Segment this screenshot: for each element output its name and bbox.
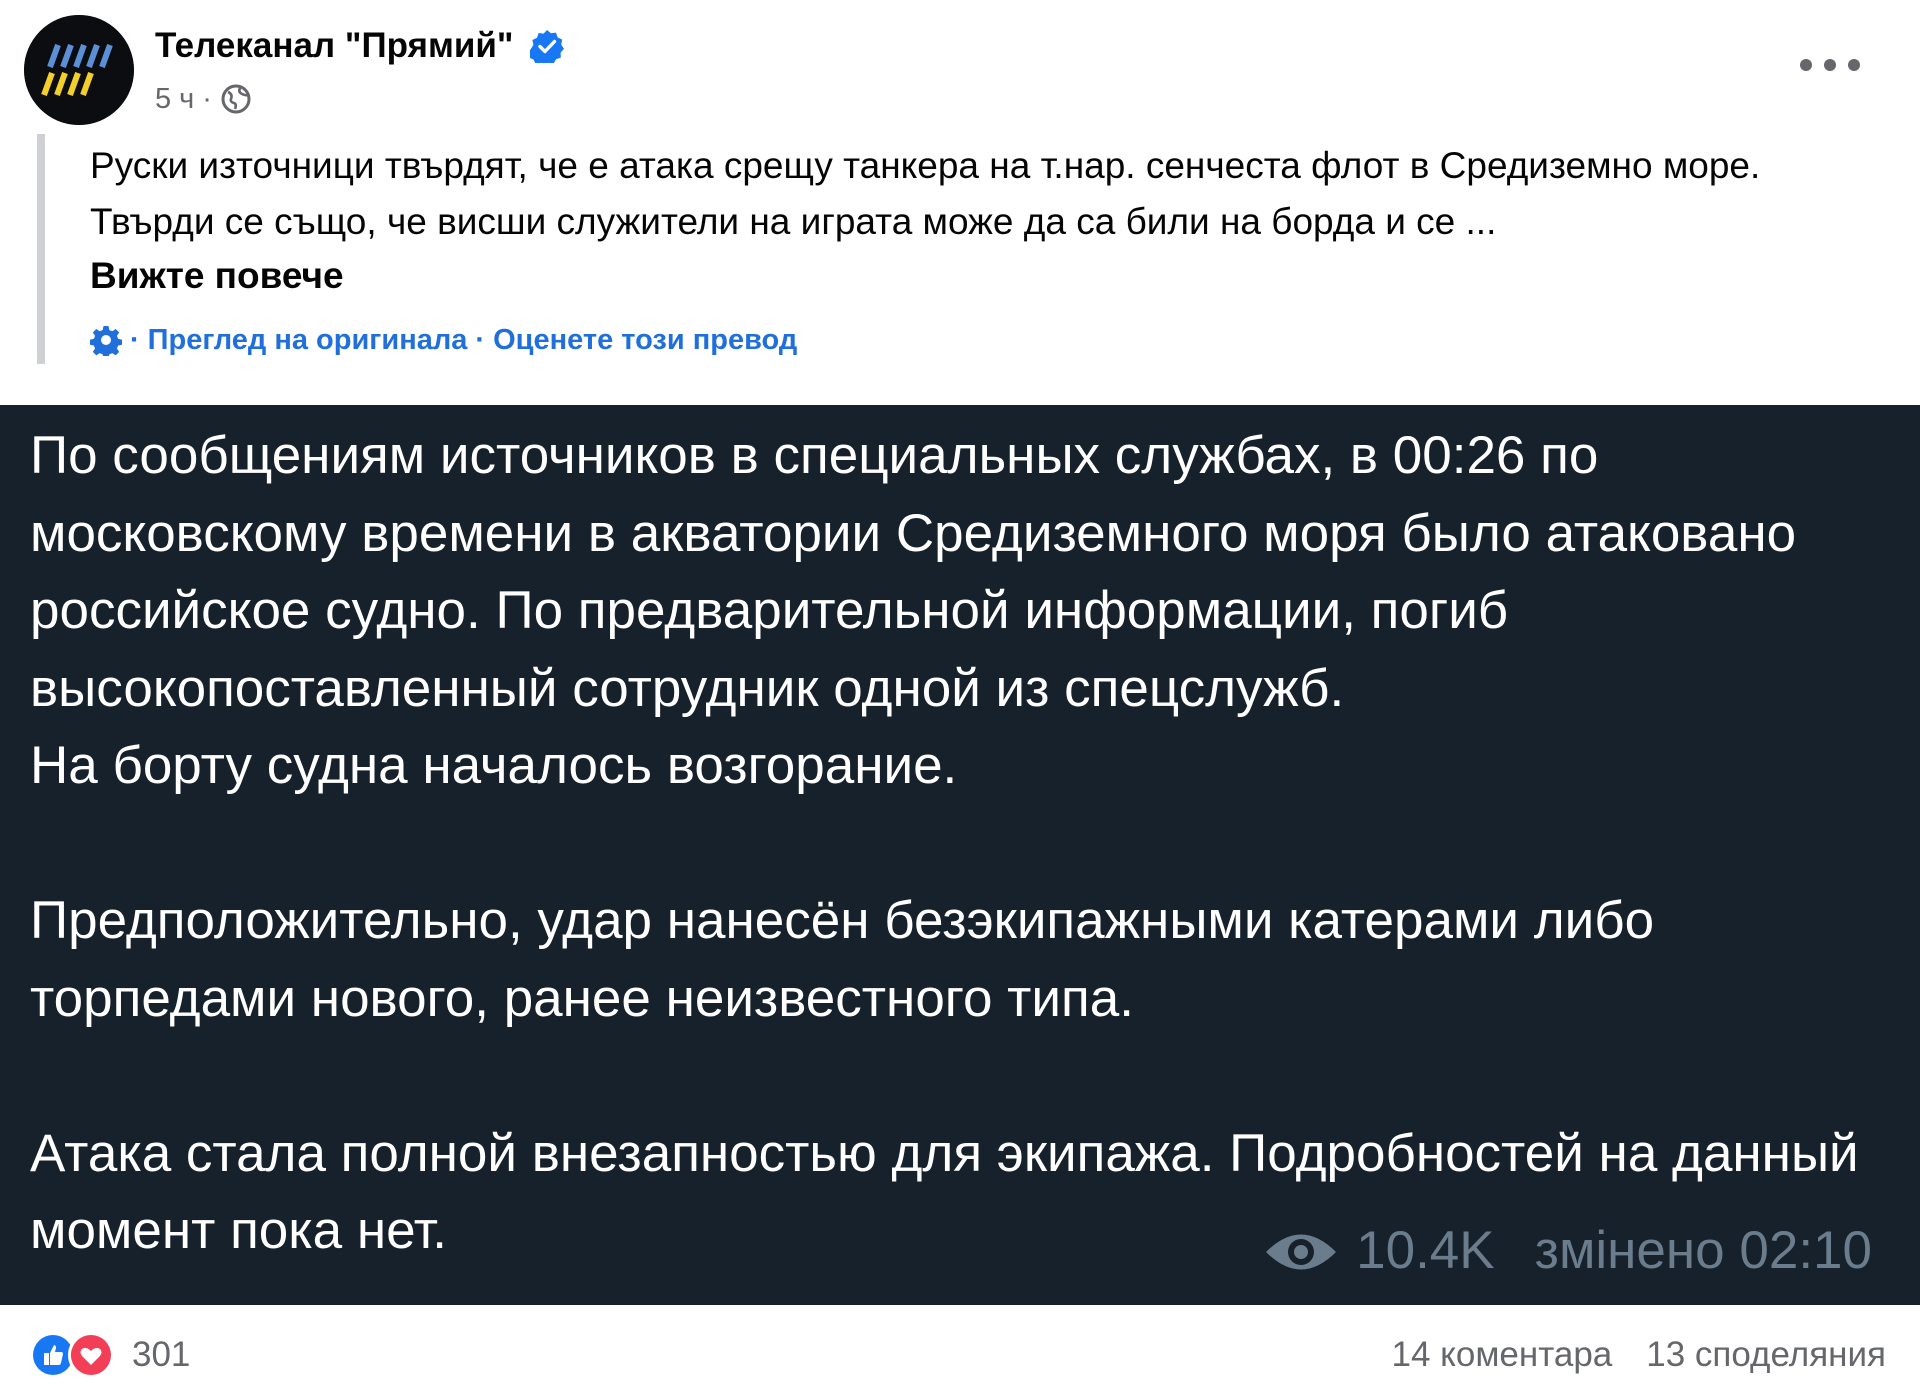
verified-badge-icon	[527, 29, 564, 66]
meta-separator: ·	[202, 82, 212, 115]
image-message-text: По сообщениям источников в специальных с…	[30, 426, 1859, 1260]
edited-time: змінено 02:10	[1534, 1220, 1872, 1280]
translation-separator: ·	[475, 323, 486, 356]
rate-translation-link[interactable]: Оценете този превод	[493, 324, 797, 357]
page-avatar[interactable]	[24, 15, 134, 125]
see-more-link[interactable]: Вижте повече	[90, 248, 344, 304]
post-image[interactable]: По сообщениям источников в специальных с…	[0, 405, 1920, 1305]
more-options-icon[interactable]	[1800, 50, 1860, 80]
translation-separator: ·	[130, 323, 140, 356]
globe-icon	[220, 83, 252, 115]
shares-count-link[interactable]: 13 споделяния	[1646, 1335, 1886, 1375]
views-count: 10.4K	[1356, 1220, 1495, 1280]
post-meta: 5 ч ·	[155, 78, 252, 120]
reactions-summary[interactable]: 301	[30, 1330, 190, 1380]
love-icon	[68, 1332, 114, 1378]
reactions-count[interactable]: 301	[132, 1335, 190, 1375]
page-name-link[interactable]: Телеканал "Прямий"	[155, 26, 514, 66]
translation-quote-bar	[37, 134, 45, 364]
post-timestamp[interactable]: 5 ч	[155, 83, 194, 116]
more-dot	[1848, 59, 1860, 71]
translated-post-text: Руски източници твърдят, че е атака срещ…	[90, 145, 1761, 242]
engagement-stats: 14 коментара 13 споделяния	[1392, 1330, 1886, 1380]
gear-icon[interactable]	[89, 324, 123, 359]
view-original-link[interactable]: Преглед на оригинала	[148, 324, 468, 357]
eye-icon	[1264, 1227, 1338, 1273]
pryamiy-logo-icon	[24, 15, 134, 125]
more-dot	[1824, 59, 1836, 71]
page-name-row: Телеканал "Прямий"	[155, 22, 564, 70]
image-message-footer: 10.4K змінено 02:10	[1264, 1215, 1872, 1285]
comments-count-link[interactable]: 14 коментара	[1392, 1335, 1613, 1375]
more-dot	[1800, 59, 1812, 71]
translation-actions: · Преглед на оригинала · Оценете този пр…	[89, 318, 797, 362]
